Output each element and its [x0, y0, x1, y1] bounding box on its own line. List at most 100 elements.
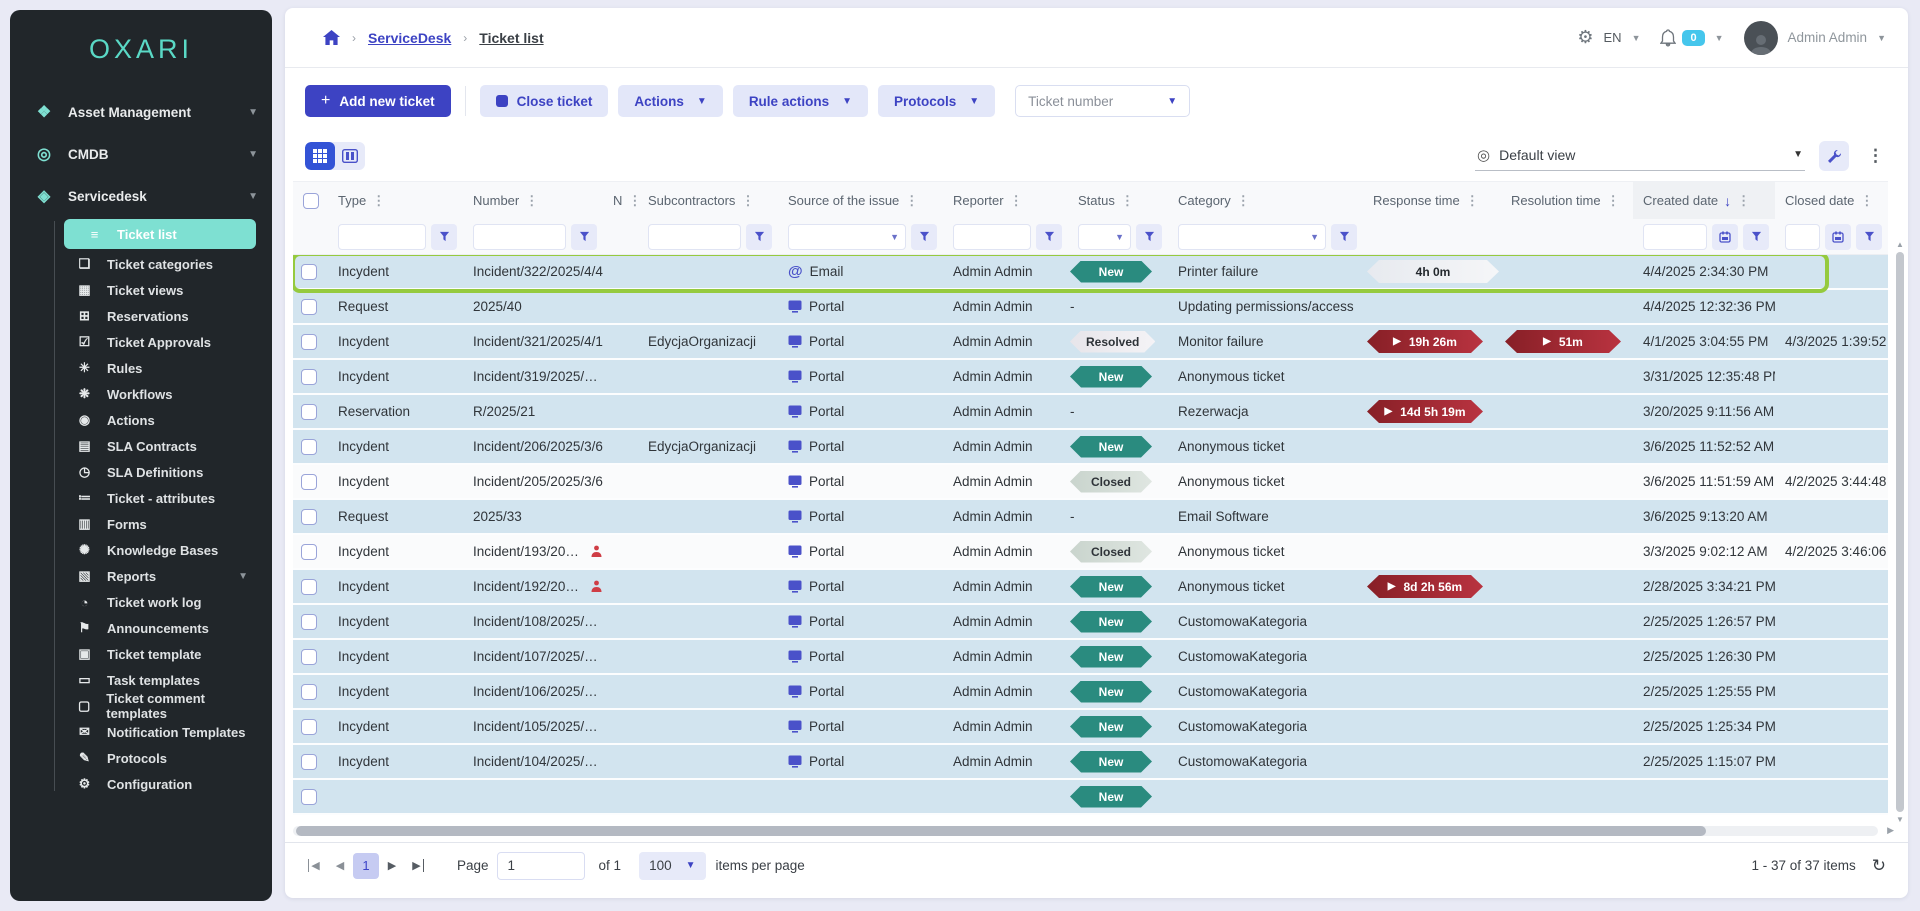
page-number-input[interactable] [497, 852, 585, 880]
filter-input-number[interactable] [473, 224, 566, 250]
filter-funnel-button[interactable] [1856, 224, 1882, 250]
row-checkbox[interactable] [301, 579, 317, 595]
column-header-n[interactable]: N ⋮ [603, 193, 638, 209]
settings-gear-icon[interactable]: ⚙ [1577, 27, 1593, 48]
filter-funnel-button[interactable] [1743, 224, 1769, 250]
grid-view-toggle[interactable] [305, 142, 335, 170]
sidebar-item-ticket-template[interactable]: ▣ Ticket template [54, 641, 272, 667]
row-checkbox[interactable] [301, 544, 317, 560]
calendar-icon-button[interactable] [1825, 224, 1851, 250]
language-selector[interactable]: EN [1604, 30, 1622, 45]
select-all-checkbox[interactable] [303, 193, 319, 209]
filter-input-type[interactable] [338, 224, 426, 250]
column-header-number[interactable]: Number ⋮ [463, 193, 603, 209]
add-new-ticket-button[interactable]: + Add new ticket [305, 85, 451, 117]
table-row[interactable]: Request 2025/40 Portal Admin Admin - Upd… [293, 290, 1888, 325]
table-row[interactable]: Incydent Incident/206/2025/3/6 EdycjaOrg… [293, 430, 1888, 465]
vertical-scrollbar[interactable]: ▲ ▼ [1895, 240, 1905, 862]
sidebar-item-forms[interactable]: ▥ Forms [54, 511, 272, 537]
refresh-icon[interactable]: ↻ [1872, 856, 1886, 876]
table-row[interactable]: New [293, 780, 1888, 815]
table-row[interactable]: Incydent Incident/105/2025/2/... Portal … [293, 710, 1888, 745]
filter-select-source[interactable]: ▼ [788, 224, 906, 250]
table-row[interactable]: Incydent Incident/107/2025/2/... Portal … [293, 640, 1888, 675]
column-header-category[interactable]: Category ⋮ [1168, 193, 1363, 209]
column-menu-kebab[interactable]: ⋮ [1466, 193, 1479, 209]
previous-page-button[interactable]: ◀ [327, 853, 353, 879]
row-checkbox[interactable] [301, 509, 317, 525]
column-header-source[interactable]: Source of the issue ⋮ [778, 193, 943, 209]
table-row[interactable]: Incydent Incident/108/2025/2/... Portal … [293, 605, 1888, 640]
row-checkbox[interactable] [301, 474, 317, 490]
column-menu-kebab[interactable]: ⋮ [372, 193, 385, 209]
row-checkbox[interactable] [301, 719, 317, 735]
filter-input-reporter[interactable] [953, 224, 1031, 250]
row-checkbox[interactable] [301, 369, 317, 385]
column-menu-kebab[interactable]: ⋮ [1737, 193, 1750, 209]
column-menu-kebab[interactable]: ⋮ [1237, 193, 1250, 209]
sidebar-item-task-templates[interactable]: ▭ Task templates [54, 667, 272, 693]
sidebar-item-notification-templates[interactable]: ✉ Notification Templates [54, 719, 272, 745]
more-options-kebab[interactable]: ⋮ [1863, 146, 1888, 166]
scrollbar-thumb[interactable] [296, 826, 1706, 836]
row-checkbox[interactable] [301, 264, 317, 280]
row-checkbox[interactable] [301, 334, 317, 350]
filter-funnel-button[interactable] [1331, 224, 1357, 250]
column-menu-kebab[interactable]: ⋮ [628, 193, 638, 209]
scrollbar-thumb[interactable] [1896, 252, 1904, 812]
chevron-down-icon[interactable]: ▼ [1715, 33, 1724, 43]
protocols-dropdown-button[interactable]: Protocols▼ [878, 85, 995, 117]
table-row[interactable]: Incydent Incident/205/2025/3/6 Portal Ad… [293, 465, 1888, 500]
filter-select-status[interactable]: ▼ [1078, 224, 1131, 250]
avatar[interactable] [1744, 21, 1778, 55]
first-page-button[interactable]: ◀ [301, 853, 327, 879]
table-row[interactable]: Incydent Incident/104/2025/2/... Portal … [293, 745, 1888, 780]
column-header-status[interactable]: Status ⋮ [1068, 193, 1168, 209]
row-checkbox[interactable] [301, 299, 317, 315]
sidebar-item-servicedesk[interactable]: ◈ Servicedesk ▼ [10, 175, 272, 217]
column-header-created[interactable]: Created date ↓ ⋮ [1633, 182, 1775, 219]
filter-select-category[interactable]: ▼ [1178, 224, 1326, 250]
filter-funnel-button[interactable] [431, 224, 457, 250]
column-view-toggle[interactable] [335, 142, 365, 170]
rule-actions-dropdown-button[interactable]: Rule actions▼ [733, 85, 868, 117]
column-menu-kebab[interactable]: ⋮ [1607, 193, 1620, 209]
page-1-button[interactable]: 1 [353, 853, 379, 879]
row-checkbox[interactable] [301, 439, 317, 455]
calendar-icon-button[interactable] [1712, 224, 1738, 250]
view-selector[interactable]: ◎ Default view ▼ [1475, 142, 1805, 171]
scroll-up-arrow-icon[interactable]: ▲ [1895, 240, 1905, 249]
filter-funnel-button[interactable] [1036, 224, 1062, 250]
table-row[interactable]: Incydent Incident/322/2025/4/4 @Email Ad… [293, 255, 1888, 290]
sidebar-item-announcements[interactable]: ⚑ Announcements [54, 615, 272, 641]
column-header-reporter[interactable]: Reporter ⋮ [943, 193, 1068, 209]
sidebar-item-ticket-list[interactable]: ≡ Ticket list [64, 219, 256, 249]
table-row[interactable]: Incydent Incident/319/2025/3/... Portal … [293, 360, 1888, 395]
sort-desc-icon[interactable]: ↓ [1724, 193, 1731, 209]
column-header-closed[interactable]: Closed date ⋮ [1775, 193, 1888, 209]
breadcrumb-servicedesk[interactable]: ServiceDesk [368, 30, 451, 46]
sidebar-item-actions[interactable]: ◉ Actions [54, 407, 272, 433]
column-menu-kebab[interactable]: ⋮ [1010, 193, 1023, 209]
chevron-down-icon[interactable]: ▼ [1877, 33, 1886, 43]
sidebar-item-reservations[interactable]: ⊞ Reservations [54, 303, 272, 329]
scroll-right-arrow-icon[interactable]: ▶ [1887, 825, 1894, 836]
column-menu-kebab[interactable]: ⋮ [905, 193, 918, 209]
table-row[interactable]: Incydent Incident/321/2025/4/1 EdycjaOrg… [293, 325, 1888, 360]
filter-funnel-button[interactable] [911, 224, 937, 250]
actions-dropdown-button[interactable]: Actions▼ [618, 85, 722, 117]
sidebar-item-reports[interactable]: ▧ Reports ▼ [54, 563, 272, 589]
scroll-down-arrow-icon[interactable]: ▼ [1895, 815, 1905, 824]
column-menu-kebab[interactable]: ⋮ [1121, 193, 1134, 209]
row-checkbox[interactable] [301, 789, 317, 805]
table-row[interactable]: Incydent Incident/193/2025/3/3 Portal Ad… [293, 535, 1888, 570]
sidebar-item-knowledge-bases[interactable]: ✺ Knowledge Bases [54, 537, 272, 563]
filter-date-input-created[interactable] [1643, 224, 1707, 250]
page-size-select[interactable]: 100 ▼ [639, 852, 705, 880]
ticket-number-dropdown[interactable]: Ticket number ▼ [1015, 85, 1190, 117]
next-page-button[interactable]: ▶ [379, 853, 405, 879]
sidebar-item-sla-definitions[interactable]: ◷ SLA Definitions [54, 459, 272, 485]
sidebar-item-configuration[interactable]: ⚙ Configuration [54, 771, 272, 797]
scrollbar-track[interactable] [293, 826, 1878, 836]
table-row[interactable]: Reservation R/2025/21 Portal Admin Admin… [293, 395, 1888, 430]
